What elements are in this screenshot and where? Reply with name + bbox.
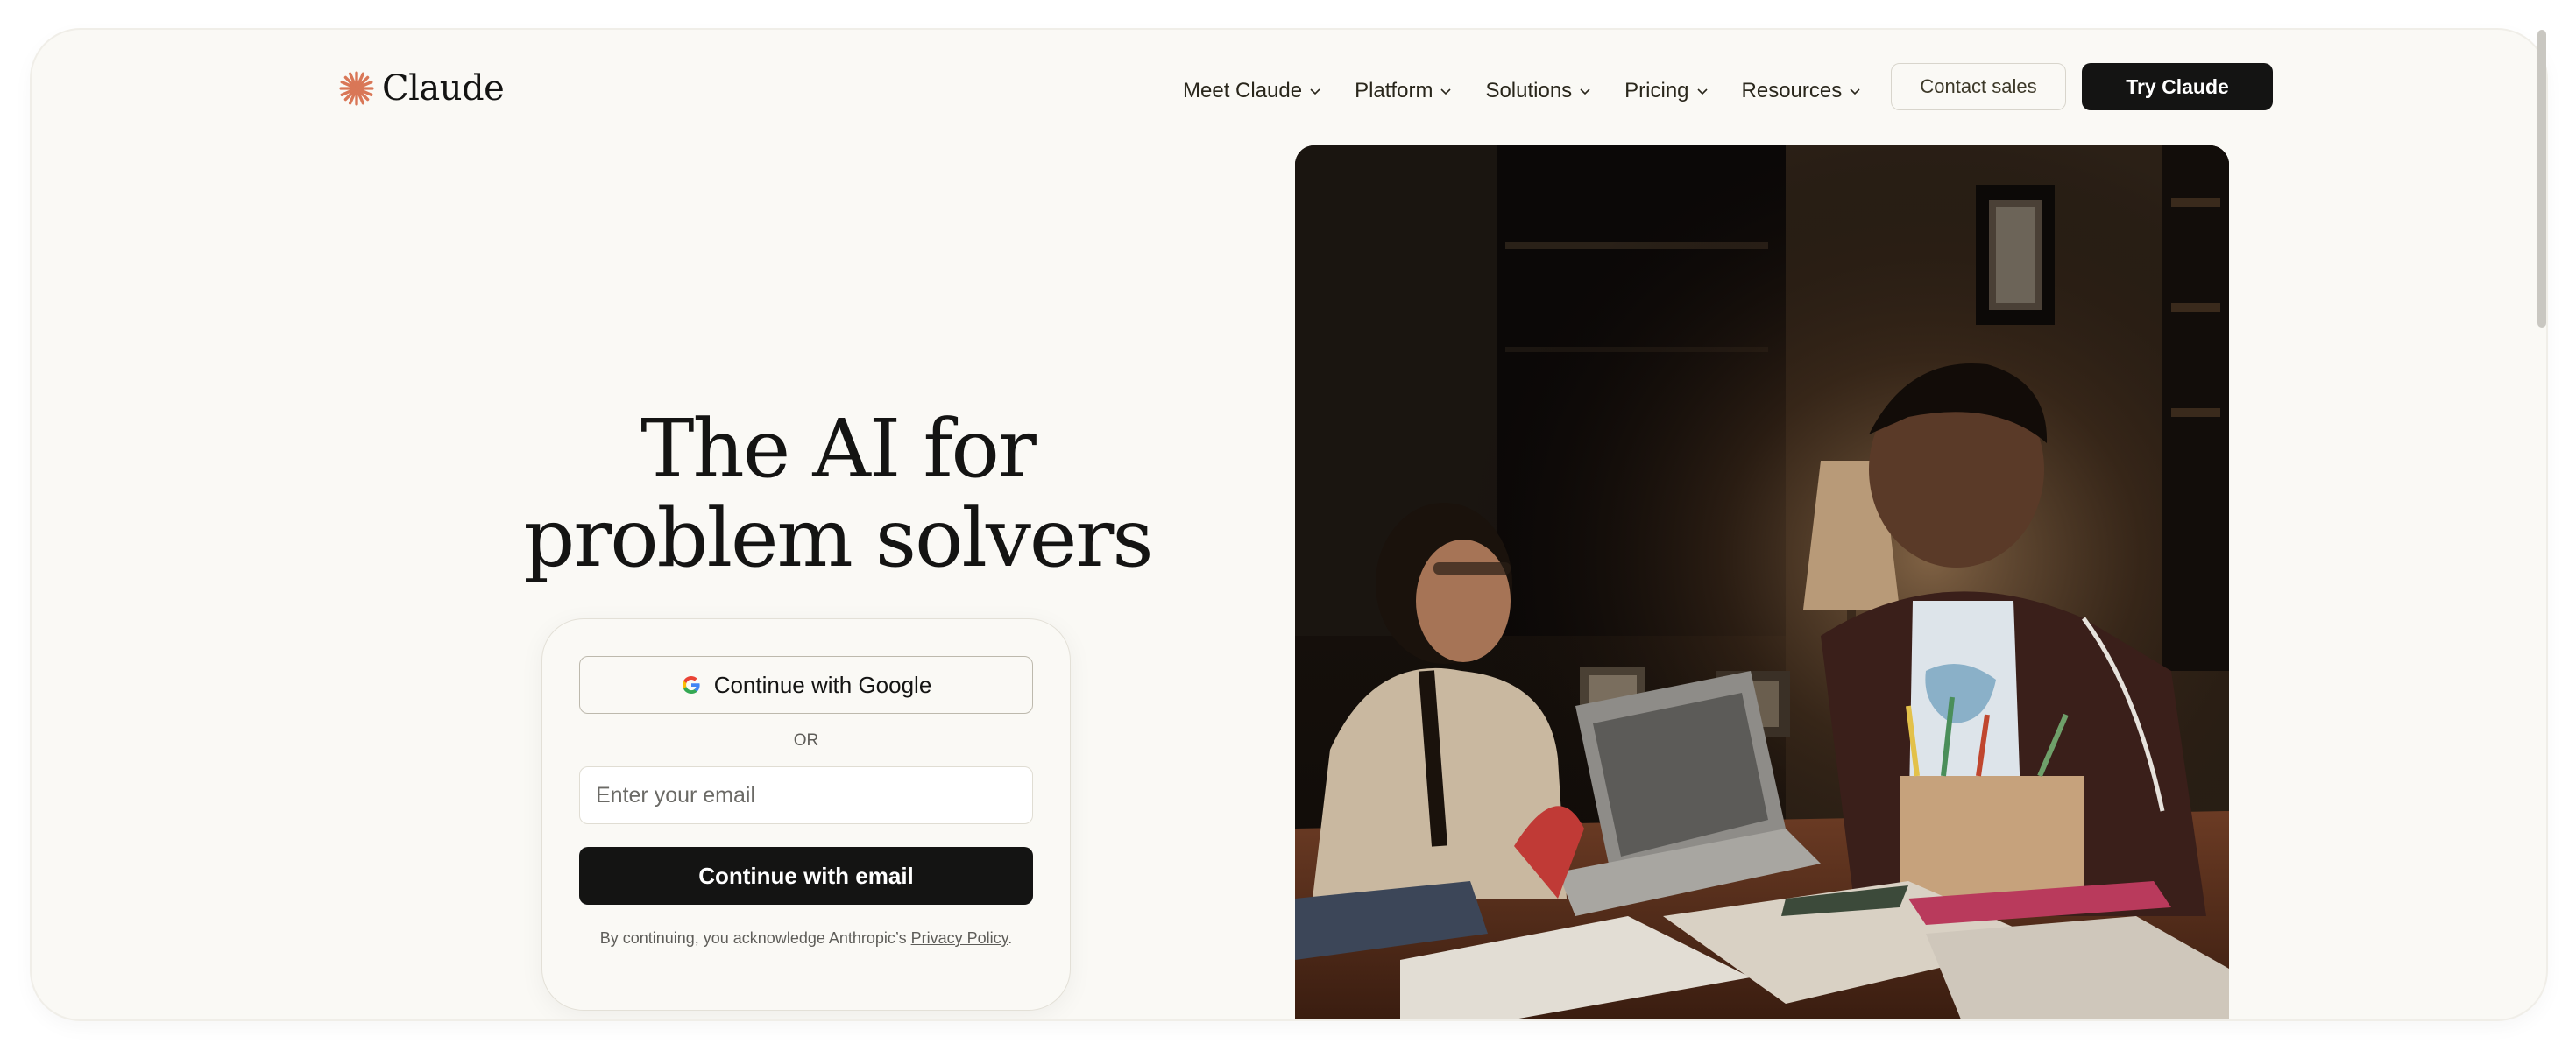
nav-item-pricing[interactable]: Pricing <box>1624 79 1708 103</box>
claude-starburst-icon <box>339 71 374 106</box>
nav-item-label: Solutions <box>1485 79 1573 102</box>
hero-video-frame <box>1295 145 2229 1019</box>
nav-item-label: Resources <box>1741 79 1843 102</box>
legal-suffix: . <box>1008 929 1013 947</box>
chevron-down-icon <box>1850 88 1860 95</box>
signup-card: Continue with Google OR Continue with em… <box>541 618 1071 1011</box>
nav-item-label: Pricing <box>1624 79 1689 102</box>
nav-item-solutions[interactable]: Solutions <box>1485 79 1591 103</box>
main-nav: Meet Claude Platform Solutions Pricing R… <box>1183 68 1894 114</box>
brand-name: Claude <box>382 68 505 109</box>
nav-item-platform[interactable]: Platform <box>1355 79 1452 103</box>
chevron-down-icon <box>1580 88 1590 95</box>
hero-video[interactable] <box>1295 145 2229 1019</box>
continue-with-email-button[interactable]: Continue with email <box>579 847 1033 905</box>
claude-logo[interactable]: Claude <box>338 68 505 109</box>
headline-line-2: problem solvers <box>523 491 1153 585</box>
headline-line-1: The AI for <box>640 402 1037 496</box>
or-divider: OR <box>793 731 819 750</box>
email-input[interactable] <box>579 766 1033 824</box>
nav-item-label: Platform <box>1355 79 1433 102</box>
contact-sales-button[interactable]: Contact sales <box>1891 63 2066 110</box>
hero-headline: The AI for problem solvers <box>505 405 1171 583</box>
google-g-icon <box>682 676 700 694</box>
nav-item-label: Meet Claude <box>1183 79 1303 102</box>
chevron-down-icon <box>1696 88 1708 95</box>
nav-item-resources[interactable]: Resources <box>1742 79 1862 103</box>
privacy-policy-link[interactable]: Privacy Policy <box>911 929 1008 947</box>
browser-page: Claude Meet Claude Platform Solutions Pr… <box>32 30 2546 1019</box>
legal-notice: By continuing, you acknowledge Anthropic… <box>542 929 1070 948</box>
legal-text: By continuing, you acknowledge Anthropic… <box>599 929 911 947</box>
try-claude-button[interactable]: Try Claude <box>2082 63 2273 110</box>
chevron-down-icon <box>1440 88 1452 95</box>
chevron-down-icon <box>1310 88 1320 95</box>
page-scrollbar[interactable] <box>2537 30 2546 328</box>
continue-with-google-button[interactable]: Continue with Google <box>579 656 1033 714</box>
google-button-label: Continue with Google <box>713 671 932 698</box>
nav-item-meet-claude[interactable]: Meet Claude <box>1183 79 1321 103</box>
